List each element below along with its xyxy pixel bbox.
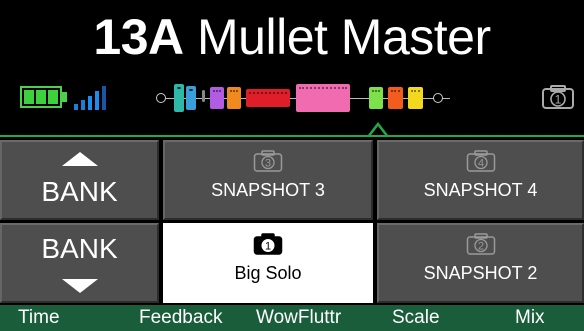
snapshot-3-button[interactable]: 3 SNAPSHOT 3: [163, 140, 373, 220]
snapshot-1-button[interactable]: 1 Big Solo: [163, 223, 373, 303]
signal-chain[interactable]: [150, 84, 460, 114]
bank-up-label: BANK: [41, 176, 118, 207]
snapshot-3-label: SNAPSHOT 3: [211, 180, 325, 200]
param-time-knob-label[interactable]: Time: [18, 305, 60, 331]
bank-up-button[interactable]: BANK: [0, 140, 159, 220]
bank-down-label: BANK: [41, 233, 118, 264]
battery-icon: [20, 86, 62, 108]
parameter-bar: Time Feedback WowFluttr Scale Mix: [0, 305, 584, 331]
snapshot-4-number: 4: [477, 158, 483, 170]
param-wowfluttr-knob-label[interactable]: WowFluttr: [256, 305, 341, 331]
eq-block-icon[interactable]: [174, 84, 184, 112]
drive-block-2-icon[interactable]: [227, 87, 241, 109]
current-snapshot-icon: 1: [540, 83, 576, 111]
current-snapshot-number: 1: [555, 93, 562, 107]
drive-block-icon[interactable]: [210, 87, 224, 109]
cab-block-icon[interactable]: [296, 84, 350, 112]
selection-notch-icon: [368, 121, 388, 137]
signal-strength-icon: [74, 86, 114, 110]
arrow-down-icon: [61, 279, 98, 293]
snapshot-3-icon: 3: [253, 150, 283, 172]
snapshot-2-icon: 2: [466, 233, 496, 255]
param-mix-knob-label[interactable]: Mix: [515, 305, 545, 331]
param-feedback-knob-label[interactable]: Feedback: [139, 305, 222, 331]
snapshot-1-number: 1: [265, 241, 271, 253]
snapshot-4-icon: 4: [466, 150, 496, 172]
snapshot-2-number: 2: [477, 241, 483, 253]
param-scale-knob-label[interactable]: Scale: [392, 305, 440, 331]
snapshot-4-label: SNAPSHOT 4: [423, 180, 538, 200]
input-node-icon: [156, 93, 166, 103]
footswitch-grid: BANK 3 SNAPSHOT 3 4 SNAPSHOT 4 BANK 1 Bi…: [0, 137, 584, 305]
reverb-block-icon[interactable]: [408, 87, 423, 109]
snapshot-2-button[interactable]: 2 SNAPSHOT 2: [377, 223, 584, 303]
mod-block-icon[interactable]: [369, 87, 383, 109]
snapshot-2-label: SNAPSHOT 2: [423, 263, 538, 283]
preset-name: Mullet Master: [197, 9, 491, 65]
comp-block-icon[interactable]: [186, 86, 196, 110]
battery-tip: [62, 92, 67, 102]
output-node-icon: [433, 93, 443, 103]
preset-number: 13A: [93, 9, 184, 65]
arrow-up-icon: [61, 152, 98, 166]
split-icon: [202, 90, 205, 102]
amp-block-icon[interactable]: [246, 89, 290, 107]
bank-down-button[interactable]: BANK: [0, 223, 159, 303]
delay-block-icon[interactable]: [388, 87, 403, 109]
preset-title: 13A Mullet Master: [0, 6, 584, 68]
snapshot-4-button[interactable]: 4 SNAPSHOT 4: [377, 140, 584, 220]
snapshot-3-number: 3: [265, 158, 271, 170]
snapshot-1-label: Big Solo: [234, 263, 302, 283]
snapshot-1-icon: 1: [253, 233, 283, 255]
